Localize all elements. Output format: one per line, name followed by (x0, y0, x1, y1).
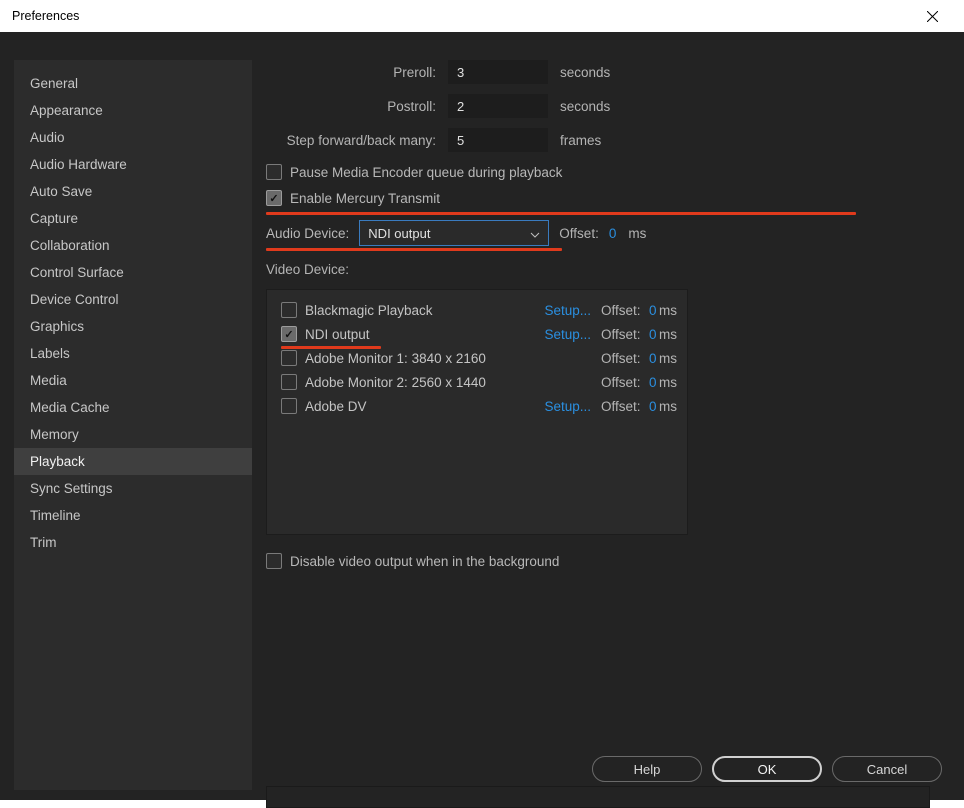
postroll-unit: seconds (560, 99, 610, 114)
device-checkbox-monitor2[interactable] (281, 374, 297, 390)
audio-offset-unit: ms (628, 226, 646, 241)
device-offset-label-ndi: Offset: (601, 327, 641, 342)
window-title: Preferences (12, 9, 912, 23)
mercury-checkbox[interactable] (266, 190, 282, 206)
step-unit: frames (560, 133, 601, 148)
device-setup-dv[interactable]: Setup... (541, 399, 591, 414)
disable-bg-label: Disable video output when in the backgro… (290, 554, 559, 569)
video-device-panel: Blackmagic Playback Setup... Offset: 0 m… (266, 289, 688, 535)
panel-divider (266, 786, 930, 808)
annotation-underline-ndi-device (281, 346, 381, 349)
sidebar-item-device-control[interactable]: Device Control (14, 286, 252, 313)
device-offset-value-blackmagic[interactable]: 0 (649, 303, 657, 318)
device-name-blackmagic: Blackmagic Playback (305, 303, 433, 318)
sidebar-item-timeline[interactable]: Timeline (14, 502, 252, 529)
device-offset-value-dv[interactable]: 0 (649, 399, 657, 414)
device-checkbox-dv[interactable] (281, 398, 297, 414)
annotation-underline-audio-device (266, 248, 562, 251)
device-offset-label-monitor2: Offset: (601, 375, 641, 390)
device-offset-value-ndi[interactable]: 0 (649, 327, 657, 342)
audio-device-value: NDI output (368, 226, 430, 241)
sidebar-item-audio[interactable]: Audio (14, 124, 252, 151)
device-offset-label-monitor1: Offset: (601, 351, 641, 366)
device-row-monitor1: Adobe Monitor 1: 3840 x 2160 Offset: 0 m… (281, 350, 673, 366)
sidebar-item-sync-settings[interactable]: Sync Settings (14, 475, 252, 502)
pause-encoder-label: Pause Media Encoder queue during playbac… (290, 165, 562, 180)
sidebar: General Appearance Audio Audio Hardware … (14, 60, 252, 790)
device-offset-unit-monitor2: ms (659, 375, 677, 390)
device-row-monitor2: Adobe Monitor 2: 2560 x 1440 Offset: 0 m… (281, 374, 673, 390)
video-device-label: Video Device: (266, 262, 950, 277)
device-row-ndi: NDI output Setup... Offset: 0 ms (281, 326, 673, 342)
close-button[interactable] (912, 0, 952, 32)
sidebar-item-collaboration[interactable]: Collaboration (14, 232, 252, 259)
sidebar-item-playback[interactable]: Playback (14, 448, 252, 475)
step-label: Step forward/back many: (266, 133, 436, 148)
chevron-down-icon (530, 226, 540, 241)
device-name-monitor2: Adobe Monitor 2: 2560 x 1440 (305, 375, 486, 390)
device-name-dv: Adobe DV (305, 399, 367, 414)
disable-bg-checkbox[interactable] (266, 553, 282, 569)
audio-offset-label: Offset: (559, 226, 599, 241)
pause-encoder-checkbox[interactable] (266, 164, 282, 180)
cancel-button[interactable]: Cancel (832, 756, 942, 782)
ok-button[interactable]: OK (712, 756, 822, 782)
mercury-label: Enable Mercury Transmit (290, 191, 440, 206)
device-row-dv: Adobe DV Setup... Offset: 0 ms (281, 398, 673, 414)
help-button[interactable]: Help (592, 756, 702, 782)
postroll-row: Postroll: seconds (266, 94, 950, 118)
postroll-input[interactable] (448, 94, 548, 118)
dialog-footer: Help OK Cancel (592, 756, 942, 782)
audio-device-select[interactable]: NDI output (359, 220, 549, 246)
sidebar-item-control-surface[interactable]: Control Surface (14, 259, 252, 286)
device-offset-unit-monitor1: ms (659, 351, 677, 366)
pause-encoder-row: Pause Media Encoder queue during playbac… (266, 164, 950, 180)
sidebar-item-capture[interactable]: Capture (14, 205, 252, 232)
preroll-row: Preroll: seconds (266, 60, 950, 84)
audio-offset-value[interactable]: 0 (609, 226, 617, 241)
device-setup-blackmagic[interactable]: Setup... (541, 303, 591, 318)
preroll-unit: seconds (560, 65, 610, 80)
device-checkbox-blackmagic[interactable] (281, 302, 297, 318)
main-panel: Preroll: seconds Postroll: seconds Step … (266, 60, 950, 790)
sidebar-item-general[interactable]: General (14, 70, 252, 97)
disable-bg-row: Disable video output when in the backgro… (266, 553, 950, 569)
sidebar-item-trim[interactable]: Trim (14, 529, 252, 556)
device-offset-value-monitor1[interactable]: 0 (649, 351, 657, 366)
device-offset-unit-blackmagic: ms (659, 303, 677, 318)
preroll-label: Preroll: (266, 65, 436, 80)
sidebar-item-media[interactable]: Media (14, 367, 252, 394)
postroll-label: Postroll: (266, 99, 436, 114)
sidebar-item-labels[interactable]: Labels (14, 340, 252, 367)
device-offset-unit-dv: ms (659, 399, 677, 414)
step-row: Step forward/back many: frames (266, 128, 950, 152)
device-checkbox-ndi[interactable] (281, 326, 297, 342)
titlebar: Preferences (0, 0, 964, 32)
device-name-ndi: NDI output (305, 327, 370, 342)
sidebar-item-memory[interactable]: Memory (14, 421, 252, 448)
device-setup-ndi[interactable]: Setup... (541, 327, 591, 342)
mercury-row: Enable Mercury Transmit (266, 190, 950, 206)
sidebar-item-auto-save[interactable]: Auto Save (14, 178, 252, 205)
sidebar-item-appearance[interactable]: Appearance (14, 97, 252, 124)
device-offset-label-blackmagic: Offset: (601, 303, 641, 318)
device-name-monitor1: Adobe Monitor 1: 3840 x 2160 (305, 351, 486, 366)
annotation-underline-mercury (266, 212, 856, 215)
step-input[interactable] (448, 128, 548, 152)
device-checkbox-monitor1[interactable] (281, 350, 297, 366)
dialog-body: General Appearance Audio Audio Hardware … (0, 32, 964, 800)
device-row-blackmagic: Blackmagic Playback Setup... Offset: 0 m… (281, 302, 673, 318)
device-offset-unit-ndi: ms (659, 327, 677, 342)
preroll-input[interactable] (448, 60, 548, 84)
sidebar-item-graphics[interactable]: Graphics (14, 313, 252, 340)
sidebar-item-audio-hardware[interactable]: Audio Hardware (14, 151, 252, 178)
device-offset-label-dv: Offset: (601, 399, 641, 414)
audio-device-label: Audio Device: (266, 226, 349, 241)
sidebar-item-media-cache[interactable]: Media Cache (14, 394, 252, 421)
audio-device-row: Audio Device: NDI output Offset: 0 ms (266, 220, 950, 246)
device-offset-value-monitor2[interactable]: 0 (649, 375, 657, 390)
close-icon (927, 11, 938, 22)
